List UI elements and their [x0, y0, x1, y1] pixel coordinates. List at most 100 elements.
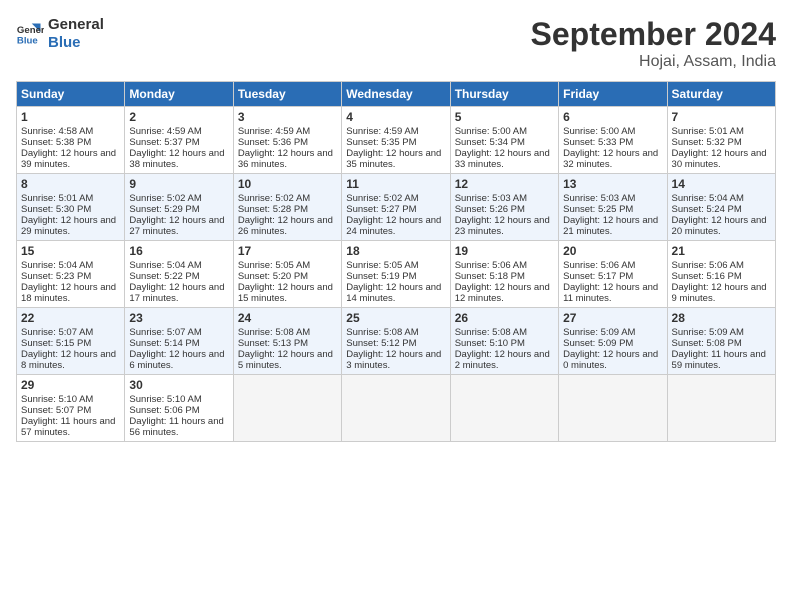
daylight: Daylight: 12 hours and 6 minutes. — [129, 349, 224, 371]
calendar-cell: 12 Sunrise: 5:03 AMSunset: 5:26 PMDayligh… — [450, 174, 558, 241]
calendar-cell: 6Sunrise: 5:00 AMSunset: 5:33 PMDaylight… — [559, 107, 667, 174]
daylight: Daylight: 12 hours and 8 minutes. — [21, 349, 116, 371]
sunset: Sunset: 5:32 PM — [672, 137, 742, 148]
svg-text:Blue: Blue — [17, 36, 38, 47]
daylight: Daylight: 12 hours and 29 minutes. — [21, 215, 116, 237]
sunrise: Sunrise: 5:10 AM — [129, 394, 201, 405]
calendar-cell: 22Sunrise: 5:07 AMSunset: 5:15 PMDayligh… — [17, 308, 125, 375]
sunrise: Sunrise: 5:02 AM — [129, 193, 201, 204]
day-number: 4 — [346, 110, 445, 124]
sunrise: Sunrise: 5:01 AM — [21, 193, 93, 204]
daylight: Daylight: 12 hours and 11 minutes. — [563, 282, 658, 304]
daylight: Daylight: 12 hours and 0 minutes. — [563, 349, 658, 371]
day-number: 13 — [563, 177, 662, 191]
calendar-cell: 8Sunrise: 5:01 AMSunset: 5:30 PMDaylight… — [17, 174, 125, 241]
calendar-cell: 28Sunrise: 5:09 AMSunset: 5:08 PMDayligh… — [667, 308, 775, 375]
sunset: Sunset: 5:23 PM — [21, 271, 91, 282]
sunset: Sunset: 5:16 PM — [672, 271, 742, 282]
sunrise: Sunrise: 5:09 AM — [563, 327, 635, 338]
sunset: Sunset: 5:14 PM — [129, 338, 199, 349]
calendar-cell: 11Sunrise: 5:02 AMSunset: 5:27 PMDayligh… — [342, 174, 450, 241]
calendar-cell — [342, 375, 450, 442]
day-number: 6 — [563, 110, 662, 124]
day-number: 28 — [672, 311, 771, 325]
sunset: Sunset: 5:19 PM — [346, 271, 416, 282]
daylight: Daylight: 12 hours and 23 minutes. — [455, 215, 550, 237]
day-number: 2 — [129, 110, 228, 124]
day-number: 10 — [238, 177, 337, 191]
calendar-cell: 4Sunrise: 4:59 AMSunset: 5:35 PMDaylight… — [342, 107, 450, 174]
calendar-cell: 13Sunrise: 5:03 AMSunset: 5:25 PMDayligh… — [559, 174, 667, 241]
daylight: Daylight: 12 hours and 9 minutes. — [672, 282, 767, 304]
weekday-header-sunday: Sunday — [17, 82, 125, 107]
sunrise: Sunrise: 5:00 AM — [563, 126, 635, 137]
day-number: 12 — [455, 177, 554, 191]
weekday-header-saturday: Saturday — [667, 82, 775, 107]
sunset: Sunset: 5:29 PM — [129, 204, 199, 215]
day-number: 17 — [238, 244, 337, 258]
weekday-header-friday: Friday — [559, 82, 667, 107]
calendar-cell: 1Sunrise: 4:58 AMSunset: 5:38 PMDaylight… — [17, 107, 125, 174]
daylight: Daylight: 12 hours and 2 minutes. — [455, 349, 550, 371]
calendar-cell: 21Sunrise: 5:06 AMSunset: 5:16 PMDayligh… — [667, 241, 775, 308]
sunrise: Sunrise: 5:08 AM — [346, 327, 418, 338]
title-block: September 2024 Hojai, Assam, India — [531, 16, 776, 71]
day-number: 23 — [129, 311, 228, 325]
calendar-cell: 2Sunrise: 4:59 AMSunset: 5:37 PMDaylight… — [125, 107, 233, 174]
sunrise: Sunrise: 5:08 AM — [455, 327, 527, 338]
day-number: 30 — [129, 378, 228, 392]
calendar-cell — [233, 375, 341, 442]
sunset: Sunset: 5:12 PM — [346, 338, 416, 349]
daylight: Daylight: 12 hours and 17 minutes. — [129, 282, 224, 304]
day-number: 29 — [21, 378, 120, 392]
calendar-cell — [450, 375, 558, 442]
calendar-table: SundayMondayTuesdayWednesdayThursdayFrid… — [16, 81, 776, 442]
day-number: 27 — [563, 311, 662, 325]
sunrise: Sunrise: 5:02 AM — [238, 193, 310, 204]
sunset: Sunset: 5:26 PM — [455, 204, 525, 215]
header-row: SundayMondayTuesdayWednesdayThursdayFrid… — [17, 82, 776, 107]
day-number: 14 — [672, 177, 771, 191]
calendar-cell: 3Sunrise: 4:59 AMSunset: 5:36 PMDaylight… — [233, 107, 341, 174]
calendar-cell: 24Sunrise: 5:08 AMSunset: 5:13 PMDayligh… — [233, 308, 341, 375]
sunset: Sunset: 5:28 PM — [238, 204, 308, 215]
calendar-week-4: 22Sunrise: 5:07 AMSunset: 5:15 PMDayligh… — [17, 308, 776, 375]
sunrise: Sunrise: 4:59 AM — [129, 126, 201, 137]
sunrise: Sunrise: 5:03 AM — [455, 193, 527, 204]
sunset: Sunset: 5:17 PM — [563, 271, 633, 282]
sunrise: Sunrise: 5:04 AM — [672, 193, 744, 204]
calendar-cell: 18Sunrise: 5:05 AMSunset: 5:19 PMDayligh… — [342, 241, 450, 308]
weekday-header-tuesday: Tuesday — [233, 82, 341, 107]
location: Hojai, Assam, India — [531, 53, 776, 71]
daylight: Daylight: 12 hours and 5 minutes. — [238, 349, 333, 371]
daylight: Daylight: 12 hours and 33 minutes. — [455, 148, 550, 170]
daylight: Daylight: 11 hours and 56 minutes. — [129, 416, 223, 438]
day-number: 15 — [21, 244, 120, 258]
sunset: Sunset: 5:18 PM — [455, 271, 525, 282]
calendar-cell: 14Sunrise: 5:04 AMSunset: 5:24 PMDayligh… — [667, 174, 775, 241]
sunset: Sunset: 5:33 PM — [563, 137, 633, 148]
daylight: Daylight: 12 hours and 20 minutes. — [672, 215, 767, 237]
calendar-cell: 7Sunrise: 5:01 AMSunset: 5:32 PMDaylight… — [667, 107, 775, 174]
sunrise: Sunrise: 5:01 AM — [672, 126, 744, 137]
calendar-cell: 17Sunrise: 5:05 AMSunset: 5:20 PMDayligh… — [233, 241, 341, 308]
daylight: Daylight: 11 hours and 57 minutes. — [21, 416, 115, 438]
calendar-week-1: 1Sunrise: 4:58 AMSunset: 5:38 PMDaylight… — [17, 107, 776, 174]
logo-general: General — [48, 16, 104, 34]
daylight: Daylight: 12 hours and 35 minutes. — [346, 148, 441, 170]
sunset: Sunset: 5:07 PM — [21, 405, 91, 416]
sunrise: Sunrise: 5:04 AM — [129, 260, 201, 271]
day-number: 19 — [455, 244, 554, 258]
day-number: 21 — [672, 244, 771, 258]
calendar-cell: 10Sunrise: 5:02 AMSunset: 5:28 PMDayligh… — [233, 174, 341, 241]
weekday-header-wednesday: Wednesday — [342, 82, 450, 107]
sunrise: Sunrise: 5:02 AM — [346, 193, 418, 204]
day-number: 11 — [346, 177, 445, 191]
daylight: Daylight: 12 hours and 39 minutes. — [21, 148, 116, 170]
calendar-cell: 25Sunrise: 5:08 AMSunset: 5:12 PMDayligh… — [342, 308, 450, 375]
sunrise: Sunrise: 5:10 AM — [21, 394, 93, 405]
day-number: 25 — [346, 311, 445, 325]
calendar-cell: 5Sunrise: 5:00 AMSunset: 5:34 PMDaylight… — [450, 107, 558, 174]
logo-blue: Blue — [48, 34, 104, 52]
sunrise: Sunrise: 5:07 AM — [129, 327, 201, 338]
